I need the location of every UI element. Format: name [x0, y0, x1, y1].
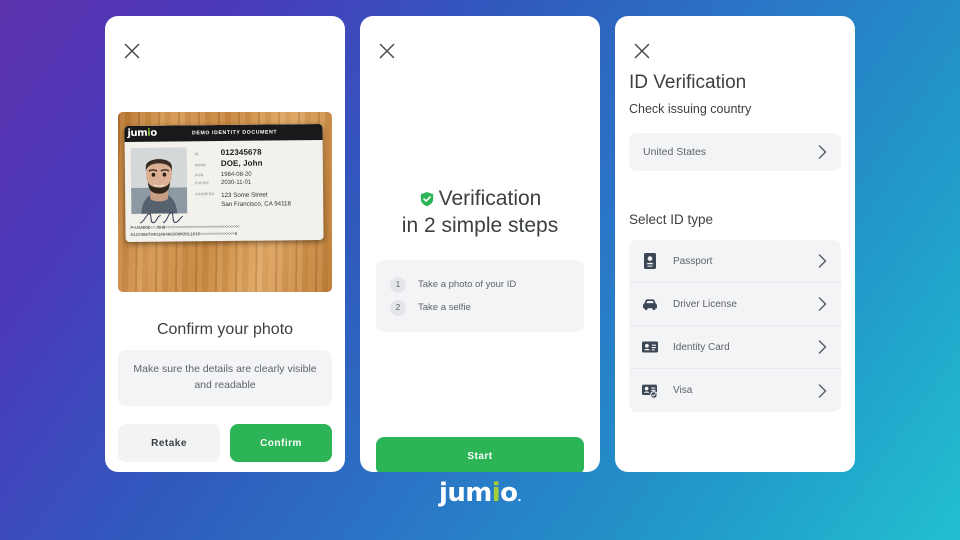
panel-id-verification: ID Verification Check issuing country Un…	[615, 16, 855, 472]
photo-hint-box: Make sure the details are clearly visibl…	[118, 350, 332, 406]
intro-heading-line2: in 2 simple steps	[401, 213, 559, 237]
panel-confirm-photo: jumio DEMO IDENTITY DOCUMENT ID 01234567…	[105, 16, 345, 472]
page-subtitle: Check issuing country	[629, 102, 752, 116]
panel-verification-intro: Verification in 2 simple steps 1 Take a …	[360, 16, 600, 472]
jumio-logo-part1: jum	[439, 478, 492, 508]
id-address-key: ADDRESS	[195, 192, 215, 197]
jumio-logo-part2: o	[500, 478, 518, 508]
page-title: ID Verification	[629, 72, 747, 93]
id-type-row-identity-card[interactable]: Identity Card	[629, 326, 841, 369]
screen-root: jumio DEMO IDENTITY DOCUMENT ID 01234567…	[0, 0, 960, 540]
id-address-value: 123 Some Street San Francisco, CA 94118	[221, 192, 291, 211]
id-document-card: jumio DEMO IDENTITY DOCUMENT ID 01234567…	[124, 123, 324, 243]
close-icon[interactable]	[633, 42, 651, 60]
step-label: Take a selfie	[418, 302, 471, 313]
id-field-row: EXPIRY 2030-11-01	[195, 178, 318, 187]
jumio-logo: jumio.	[0, 480, 960, 506]
retake-button[interactable]: Retake	[118, 424, 220, 462]
identity-card-icon	[642, 341, 658, 353]
captured-id-photo: jumio DEMO IDENTITY DOCUMENT ID 01234567…	[118, 112, 332, 292]
signature-mark	[139, 212, 183, 224]
id-card-body: ID 012345678 NAME DOE, John DOB 1984-08-…	[125, 140, 324, 242]
id-address-line1: 123 Some Street	[221, 191, 268, 200]
logo-text-a: jum	[127, 127, 148, 140]
id-field-key: NAME	[194, 163, 207, 168]
id-type-list: Passport Driver License Identity Card Vi…	[629, 240, 841, 412]
jumio-logo-i: i	[491, 478, 501, 508]
id-type-label: Driver License	[673, 298, 737, 310]
passport-icon	[644, 253, 656, 269]
id-field-value: 012345678	[220, 147, 262, 158]
intro-heading: Verification in 2 simple steps	[374, 186, 586, 240]
list-item: 1 Take a photo of your ID	[376, 273, 584, 296]
id-type-row-passport[interactable]: Passport	[629, 240, 841, 283]
shield-check-icon	[419, 188, 435, 207]
step-number-badge: 2	[390, 299, 406, 316]
id-field-value: 1984-08-20	[220, 171, 252, 178]
id-field-row: NAME DOE, John	[195, 158, 318, 170]
issuing-country-selector[interactable]: United States	[629, 133, 841, 171]
chevron-right-icon	[818, 340, 827, 354]
id-field-value: DOE, John	[220, 158, 263, 169]
chevron-right-icon	[818, 383, 827, 398]
id-type-row-visa[interactable]: Visa	[629, 369, 841, 412]
close-icon[interactable]	[123, 42, 141, 60]
confirm-button[interactable]: Confirm	[230, 424, 332, 462]
id-type-row-driver-license[interactable]: Driver License	[629, 283, 841, 326]
chevron-right-icon	[818, 297, 827, 311]
chevron-right-icon	[818, 254, 827, 268]
id-address-row: ADDRESS 123 Some Street San Francisco, CA…	[195, 191, 318, 210]
intro-heading-line1: Verification	[438, 187, 542, 210]
step-label: Take a photo of your ID	[418, 279, 517, 290]
id-card-fields: ID 012345678 NAME DOE, John DOB 1984-08-…	[195, 147, 319, 211]
close-icon[interactable]	[378, 42, 396, 60]
id-type-label: Identity Card	[673, 341, 730, 353]
id-field-key: ID	[194, 152, 199, 157]
list-item: 2 Take a selfie	[376, 296, 584, 319]
id-field-key: EXPIRY	[194, 181, 210, 186]
mrz-line-2: 0123456784U1A8408200M3011010<<<<<<<<<<<<…	[130, 231, 238, 238]
section-label: Select ID type	[629, 212, 714, 227]
chevron-right-icon	[818, 145, 827, 159]
jumio-logo-trademark: .	[517, 491, 521, 504]
id-card-logo: jumio	[127, 127, 156, 140]
id-type-label: Passport	[673, 255, 713, 267]
visa-card-icon	[642, 384, 658, 399]
id-address-line2: San Francisco, CA 94118	[221, 200, 291, 209]
id-field-row: ID 012345678	[195, 147, 318, 159]
id-mrz-block: P<USADOE<<JOHN<<<<<<<<<<<<<<<<<<<<<<<<<<…	[130, 224, 319, 239]
id-type-label: Visa	[673, 385, 693, 396]
id-field-key: DOB	[194, 172, 204, 177]
car-icon	[643, 299, 657, 311]
confirm-actions: Retake Confirm	[118, 424, 332, 462]
steps-list: 1 Take a photo of your ID 2 Take a selfi…	[376, 260, 584, 332]
photo-hint-text: Make sure the details are clearly visibl…	[133, 363, 317, 391]
page-title: Confirm your photo	[156, 321, 294, 338]
start-button[interactable]: Start	[376, 437, 584, 472]
id-field-value: 2030-11-01	[220, 179, 252, 187]
id-portrait-photo	[130, 147, 188, 214]
id-card-banner-title: DEMO IDENTITY DOCUMENT	[192, 129, 278, 137]
issuing-country-value: United States	[643, 146, 707, 158]
step-number-badge: 1	[390, 276, 406, 293]
